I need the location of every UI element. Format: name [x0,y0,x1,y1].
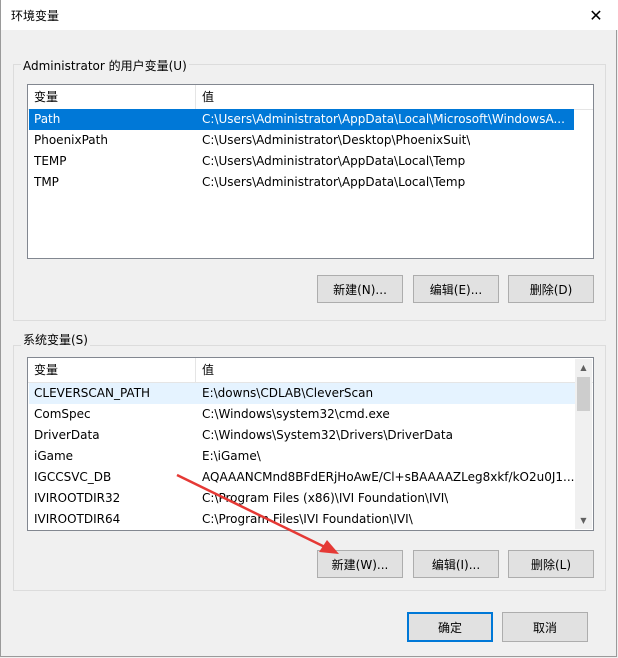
window-title: 环境变量 [11,9,60,23]
user-delete-button[interactable]: 删除(D) [508,275,594,303]
variable-name: IVIROOTDIR64 [34,512,121,526]
variable-name: ComSpec [34,407,91,421]
ok-button[interactable]: 确定 [407,612,493,642]
variable-name: IVIROOTDIR32 [34,491,121,505]
scroll-up-icon[interactable]: ▲ [575,359,592,376]
column-header-name[interactable]: 变量 [28,85,196,109]
title-bar: 环境变量 ✕ [1,0,618,30]
variable-name: DriverData [34,428,100,442]
variable-value: C:\Users\Administrator\Desktop\PhoenixSu… [202,133,471,147]
system-variables-group-label: 系统变量(S) [21,331,90,348]
system-variables-header: 变量 值 [28,358,593,383]
variable-name: TMP [34,175,59,189]
table-row[interactable]: iGame E:\iGame\ [29,446,576,467]
variable-name: iGame [34,449,74,463]
variable-value: C:\Users\Administrator\AppData\Local\Tem… [202,154,466,168]
user-variables-header: 变量 值 [28,85,593,110]
table-row[interactable]: Path C:\Users\Administrator\AppData\Loca… [29,109,574,130]
cancel-button[interactable]: 取消 [502,612,588,642]
vertical-scrollbar[interactable]: ▲ ▼ [575,359,592,529]
column-header-value[interactable]: 值 [196,85,593,109]
table-row[interactable]: PhoenixPath C:\Users\Administrator\Deskt… [29,130,574,151]
system-delete-button[interactable]: 删除(L) [508,550,594,578]
environment-variables-dialog: 环境变量 ✕ Administrator 的用户变量(U) 变量 值 Path … [0,0,618,657]
table-row[interactable]: CLEVERSCAN_PATH E:\downs\CDLAB\CleverSca… [29,383,576,404]
table-row[interactable]: IVIROOTDIR32 C:\Program Files (x86)\IVI … [29,488,576,509]
variable-value: AQAAANCMnd8BFdERjHoAwE/Cl+sBAAAAZLeg8xkf… [202,470,575,484]
variable-name: TEMP [34,154,67,168]
variable-value: C:\Windows\System32\Drivers\DriverData [202,428,453,442]
variable-name: CLEVERSCAN_PATH [34,386,151,400]
user-new-button[interactable]: 新建(N)... [317,275,403,303]
variable-name: IGCCSVC_DB [34,470,112,484]
variable-name: PhoenixPath [34,133,108,147]
variable-name: Path [34,112,61,126]
variable-value: C:\Windows\system32\cmd.exe [202,407,390,421]
system-edit-button[interactable]: 编辑(I)... [413,550,499,578]
variable-value: E:\iGame\ [202,449,261,463]
column-header-value[interactable]: 值 [196,358,593,382]
user-variables-group-label: Administrator 的用户变量(U) [21,57,189,74]
table-row[interactable]: IVIROOTDIR64 C:\Program Files\IVI Founda… [29,509,576,530]
system-new-button[interactable]: 新建(W)... [317,550,403,578]
column-header-name[interactable]: 变量 [28,358,196,382]
variable-value: C:\Program Files\IVI Foundation\IVI\ [202,512,413,526]
system-variables-list[interactable]: 变量 值 CLEVERSCAN_PATH E:\downs\CDLAB\Clev… [27,357,594,531]
variable-value: C:\Users\Administrator\AppData\Local\Mic… [202,112,565,126]
variable-value: C:\Users\Administrator\AppData\Local\Tem… [202,175,466,189]
user-variables-list[interactable]: 变量 值 Path C:\Users\Administrator\AppData… [27,84,594,259]
scroll-down-icon[interactable]: ▼ [575,512,592,529]
table-row[interactable]: DriverData C:\Windows\System32\Drivers\D… [29,425,576,446]
variable-value: C:\Program Files (x86)\IVI Foundation\IV… [202,491,449,505]
variable-value: E:\downs\CDLAB\CleverScan [202,386,374,400]
scrollbar-thumb[interactable] [577,377,590,411]
table-row[interactable]: TMP C:\Users\Administrator\AppData\Local… [29,172,574,193]
table-row[interactable]: TEMP C:\Users\Administrator\AppData\Loca… [29,151,574,172]
close-icon[interactable]: ✕ [573,0,618,30]
table-row[interactable]: IGCCSVC_DB AQAAANCMnd8BFdERjHoAwE/Cl+sBA… [29,467,576,488]
user-edit-button[interactable]: 编辑(E)... [413,275,499,303]
table-row[interactable]: ComSpec C:\Windows\system32\cmd.exe [29,404,576,425]
